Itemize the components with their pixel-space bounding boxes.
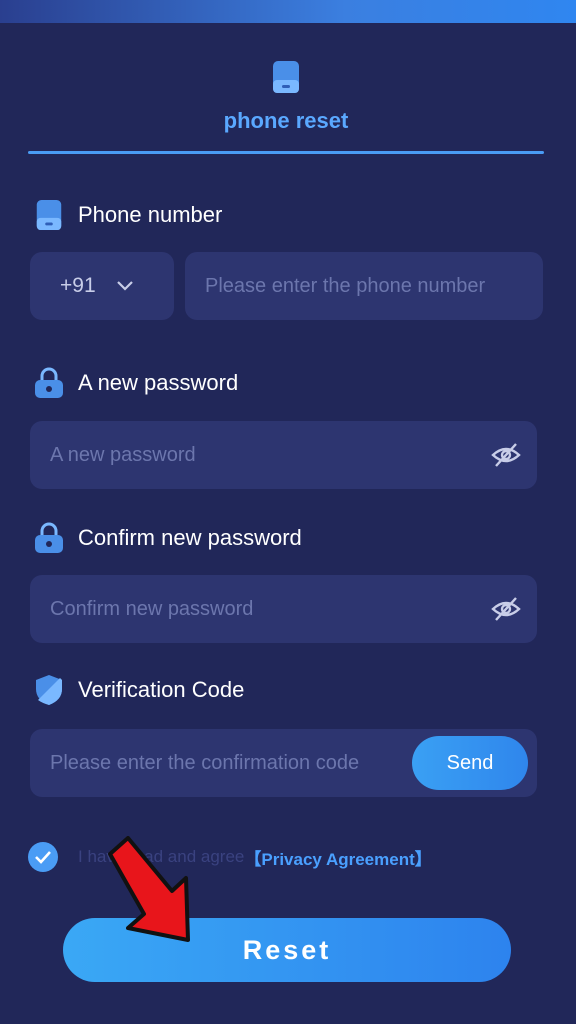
tab-phone-reset[interactable]: phone reset <box>28 58 544 155</box>
new-password-placeholder: A new password <box>50 444 196 466</box>
phone-number-label: Phone number <box>34 198 222 232</box>
eye-off-icon[interactable] <box>491 595 521 623</box>
phone-number-placeholder: Please enter the phone number <box>205 275 486 297</box>
phone-number-input[interactable]: Please enter the phone number <box>185 252 543 320</box>
tab-underline <box>28 151 544 154</box>
new-password-input[interactable]: A new password <box>30 421 537 489</box>
phone-icon <box>273 61 299 93</box>
privacy-agreement-row: I have read and agree 【Privacy Agreement… <box>28 840 432 874</box>
new-password-label: A new password <box>34 366 238 400</box>
confirm-password-input[interactable]: Confirm new password <box>30 575 537 643</box>
chevron-down-icon <box>116 281 133 291</box>
eye-off-icon[interactable] <box>491 441 521 469</box>
phone-number-label-text: Phone number <box>78 202 223 227</box>
confirm-password-placeholder: Confirm new password <box>50 598 254 620</box>
shield-icon <box>36 675 62 705</box>
verification-code-label: Verification Code <box>34 673 244 707</box>
phone-icon <box>36 199 62 231</box>
agreement-checkbox[interactable] <box>28 842 58 872</box>
confirm-password-label-text: Confirm new password <box>78 525 302 550</box>
confirm-password-label: Confirm new password <box>34 521 302 555</box>
send-code-button[interactable]: Send <box>412 736 528 790</box>
checkmark-icon <box>35 851 51 864</box>
privacy-agreement-link[interactable]: 【Privacy Agreement】 <box>244 845 431 870</box>
country-code-select[interactable]: +91 <box>30 252 174 320</box>
lock-icon <box>35 367 63 398</box>
country-code-value: +91 <box>60 274 96 297</box>
new-password-label-text: A new password <box>78 370 239 395</box>
verification-code-label-text: Verification Code <box>78 677 245 702</box>
tab-label: phone reset <box>223 108 349 133</box>
verification-code-placeholder: Please enter the confirmation code <box>50 752 360 774</box>
red-arrow-pointer <box>108 836 190 942</box>
lock-icon <box>35 522 63 553</box>
top-header-strip <box>0 0 576 23</box>
